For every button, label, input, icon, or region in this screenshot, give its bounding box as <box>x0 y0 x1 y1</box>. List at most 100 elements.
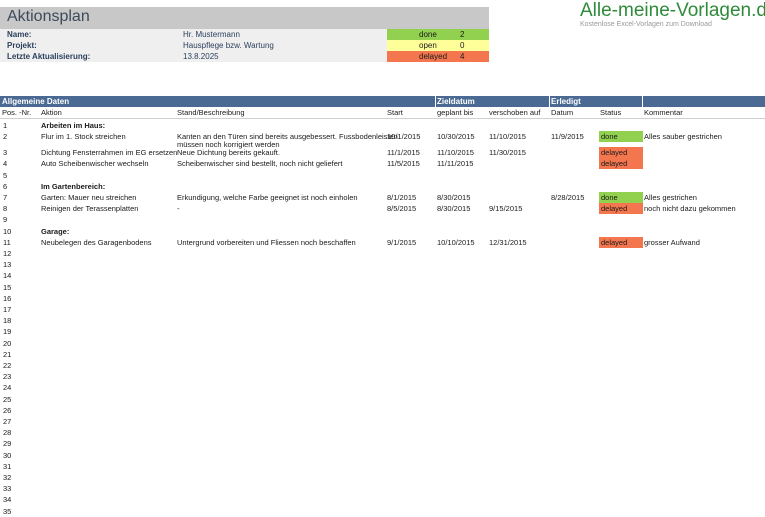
postponed-cell: 12/31/2015 <box>489 237 527 247</box>
col-header-description: Stand/Beschreibung <box>177 108 245 117</box>
status-badge[interactable]: delayed <box>599 158 643 170</box>
logo[interactable]: Alle-meine-Vorlagen.de <box>580 0 765 22</box>
table-row[interactable]: 13 <box>0 259 765 270</box>
pos-cell: 18 <box>3 316 12 326</box>
name-value[interactable]: Hr. Mustermann <box>183 30 240 39</box>
col-header-pos: Pos. -Nr. <box>2 108 32 117</box>
table-row[interactable]: 34 <box>0 494 765 505</box>
summary-count: 0 <box>460 41 465 50</box>
pos-cell: 26 <box>3 405 12 415</box>
start-cell: 8/1/2015 <box>387 193 417 202</box>
col-header-postponed: verschoben auf <box>489 108 541 117</box>
action-cell: Flur im 1. Stock streichen <box>41 132 126 142</box>
table-row[interactable]: delayed 4 Auto Scheibenwischer wechseln Sch… <box>0 158 765 170</box>
action-cell: Reinigen der Terassenplatten <box>41 204 139 214</box>
pos-cell: 15 <box>3 282 12 292</box>
postponed-cell: 11/10/2015 <box>489 132 526 142</box>
header-underline <box>0 118 765 119</box>
table-row[interactable]: 28 <box>0 427 765 438</box>
pos-cell: 11 <box>3 237 11 247</box>
planned-cell: 8/30/2015 <box>437 193 471 202</box>
comment-cell: grosser Aufwand <box>644 237 700 247</box>
description-cell: - <box>177 204 180 214</box>
updated-label: Letzte Aktualisierung: <box>7 52 91 61</box>
table-row[interactable]: 29 <box>0 438 765 449</box>
status-label: delayed <box>601 148 628 158</box>
table-row[interactable]: 17 <box>0 304 765 315</box>
status-badge[interactable]: delayed <box>599 236 643 248</box>
summary-label: open <box>419 41 437 50</box>
summary-delayed: delayed 4 <box>387 51 489 62</box>
status-badge[interactable]: done <box>599 192 643 203</box>
table-row[interactable]: 6 Im Gartenbereich: <box>0 181 765 192</box>
section-general: Allgemeine Daten <box>2 97 70 106</box>
pos-cell: 20 <box>3 338 12 348</box>
table-row[interactable]: delayed 8 Reinigen der Terassenplatten - 8/… <box>0 203 765 215</box>
pos-cell: 29 <box>3 439 12 449</box>
table-row[interactable]: 32 <box>0 472 765 483</box>
pos-cell: 4 <box>3 159 8 169</box>
table-row[interactable]: 20 <box>0 338 765 349</box>
table-row[interactable]: 35 <box>0 506 765 517</box>
col-header-status: Status <box>600 108 622 117</box>
table-row[interactable]: 18 <box>0 315 765 326</box>
table-row[interactable]: 1 Arbeiten im Haus: <box>0 120 765 131</box>
table-row[interactable]: 10 Garage: <box>0 226 765 237</box>
table-row[interactable]: delayed 3 Dichtung Fensterrahmen im EG ers… <box>0 147 765 159</box>
section-completed: Erledigt <box>551 97 581 106</box>
status-badge[interactable]: done <box>599 131 643 143</box>
pos-cell: 28 <box>3 428 12 438</box>
pos-cell: 3 <box>3 148 8 158</box>
status-badge[interactable]: delayed <box>599 147 643 159</box>
start-cell: 9/1/2015 <box>387 237 417 247</box>
col-header-comment: Kommentar <box>644 108 683 117</box>
table-row[interactable]: 19 <box>0 326 765 337</box>
col-header-action: Aktion <box>41 108 62 117</box>
table-row[interactable]: 26 <box>0 405 765 416</box>
planned-cell: 11/10/2015 <box>437 148 474 158</box>
status-badge[interactable]: delayed <box>599 203 643 215</box>
comment-cell: Alles gestrichen <box>644 193 697 202</box>
section-divider <box>642 96 643 107</box>
pos-cell: 19 <box>3 327 12 337</box>
table-row[interactable]: 31 <box>0 461 765 472</box>
status-label: delayed <box>601 159 628 169</box>
table-row[interactable]: 22 <box>0 360 765 371</box>
table-row[interactable]: 24 <box>0 382 765 393</box>
pos-cell: 27 <box>3 417 12 426</box>
summary-count: 2 <box>460 30 465 39</box>
project-value[interactable]: Hauspflege bzw. Wartung <box>183 41 274 50</box>
start-cell: 8/5/2015 <box>387 204 417 214</box>
action-cell: Neubelegen des Garagenbodens <box>41 237 152 247</box>
table-row[interactable]: done 2 Flur im 1. Stock streichen Kanten an… <box>0 131 765 149</box>
pos-cell: 22 <box>3 361 12 370</box>
col-header-planned: geplant bis <box>437 108 474 117</box>
section-divider <box>549 96 550 107</box>
table-row[interactable]: 15 <box>0 282 765 293</box>
planned-cell: 10/10/2015 <box>437 237 475 247</box>
summary-open: open 0 <box>387 40 489 51</box>
action-cell: Garage: <box>41 226 70 236</box>
pos-cell: 7 <box>3 193 8 202</box>
planned-cell: 11/11/2015 <box>437 159 474 169</box>
logo-subtitle: Kostenlose Excel-Vorlagen zum Download <box>580 21 712 28</box>
section-target-date: Zieldatum <box>437 97 475 106</box>
table-row[interactable]: 12 <box>0 248 765 259</box>
updated-value[interactable]: 13.8.2025 <box>183 52 219 61</box>
table-row[interactable]: 23 <box>0 371 765 382</box>
table-row[interactable]: 14 <box>0 270 765 281</box>
table-row[interactable]: 5 <box>0 170 765 181</box>
table-row[interactable]: done 7 Garten: Mauer neu streichen Erkundig… <box>0 192 765 203</box>
table-row[interactable]: 9 <box>0 214 765 225</box>
table-row[interactable]: 16 <box>0 293 765 304</box>
table-row[interactable]: 30 <box>0 450 765 461</box>
table-row[interactable]: 33 <box>0 483 765 494</box>
table-row[interactable]: 25 <box>0 394 765 405</box>
status-label: done <box>601 193 618 202</box>
pos-cell: 14 <box>3 271 12 281</box>
table-row[interactable]: 21 <box>0 349 765 360</box>
start-cell: 10/1/2015 <box>387 132 421 142</box>
table-row[interactable]: 27 <box>0 416 765 427</box>
table-row[interactable]: delayed 11 Neubelegen des Garagenbodens Unt… <box>0 236 765 248</box>
pos-cell: 1 <box>3 121 8 130</box>
